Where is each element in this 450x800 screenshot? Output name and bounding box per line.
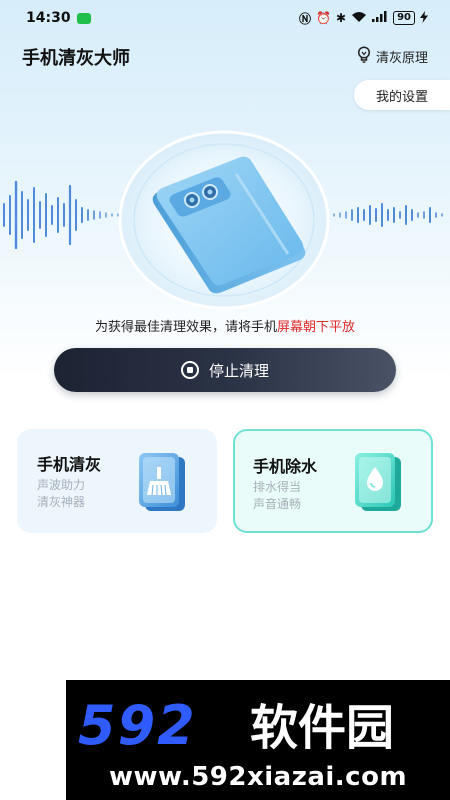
card-subtitle: 声波助力 清灰神器 (37, 477, 85, 511)
wifi-icon (351, 11, 367, 26)
card-title: 手机除水 (253, 457, 318, 476)
card-subtitle: 排水得当 声音通畅 (253, 479, 301, 513)
phone-face-down-illustration (118, 130, 330, 310)
status-bar: 14:30 Ⓝ ⏰ ✱ 90 (0, 0, 450, 36)
principle-link[interactable]: 清灰原理 (356, 46, 428, 67)
card-subtitle-line: 清灰神器 (37, 495, 86, 509)
logo-text: 软件园 (250, 700, 394, 756)
nfc-icon: Ⓝ (299, 11, 312, 26)
my-settings-button[interactable]: 我的设置 (354, 80, 450, 110)
logo-numerals: 592 (78, 694, 197, 756)
placement-hint: 为获得最佳清理效果，请将手机屏幕朝下平放 (0, 316, 450, 335)
broom-icon (139, 453, 185, 511)
app-title: 手机清灰大师 (22, 48, 130, 69)
battery-indicator: 90 (393, 11, 415, 25)
stop-circle-icon (180, 361, 199, 379)
sound-wave-left (3, 180, 119, 250)
hint-highlight: 屏幕朝下平放 (277, 320, 356, 335)
water-eject-card[interactable]: 手机除水 排水得当 声音通畅 (233, 429, 433, 533)
card-subtitle-line: 声音通畅 (253, 497, 302, 511)
card-subtitle-line: 排水得当 (253, 480, 302, 494)
sound-wave-right (333, 203, 443, 227)
stop-cleaning-button[interactable]: 停止清理 (54, 348, 396, 392)
watermark-url: www.592xiazai.com (108, 762, 408, 792)
alarm-icon: ⏰ (316, 11, 332, 25)
principle-label: 清灰原理 (375, 51, 428, 66)
watermark-logo: 592 软件园 (78, 694, 394, 756)
bluetooth-icon: ✱ (336, 11, 347, 25)
water-drop-icon (355, 453, 401, 511)
charging-icon (420, 10, 428, 26)
watermark-banner: 592 软件园 www.592xiazai.com (66, 680, 450, 800)
hint-text: 为获得最佳清理效果，请将手机 (94, 320, 277, 335)
message-notification-icon (76, 12, 91, 24)
stop-button-label: 停止清理 (208, 361, 269, 380)
signal-icon (372, 11, 388, 25)
card-subtitle-line: 声波助力 (37, 478, 86, 492)
status-time: 14:30 (26, 10, 71, 26)
dust-clean-card[interactable]: 手机清灰 声波助力 清灰神器 (17, 429, 217, 533)
bulb-icon (356, 46, 372, 67)
card-title: 手机清灰 (37, 455, 102, 474)
